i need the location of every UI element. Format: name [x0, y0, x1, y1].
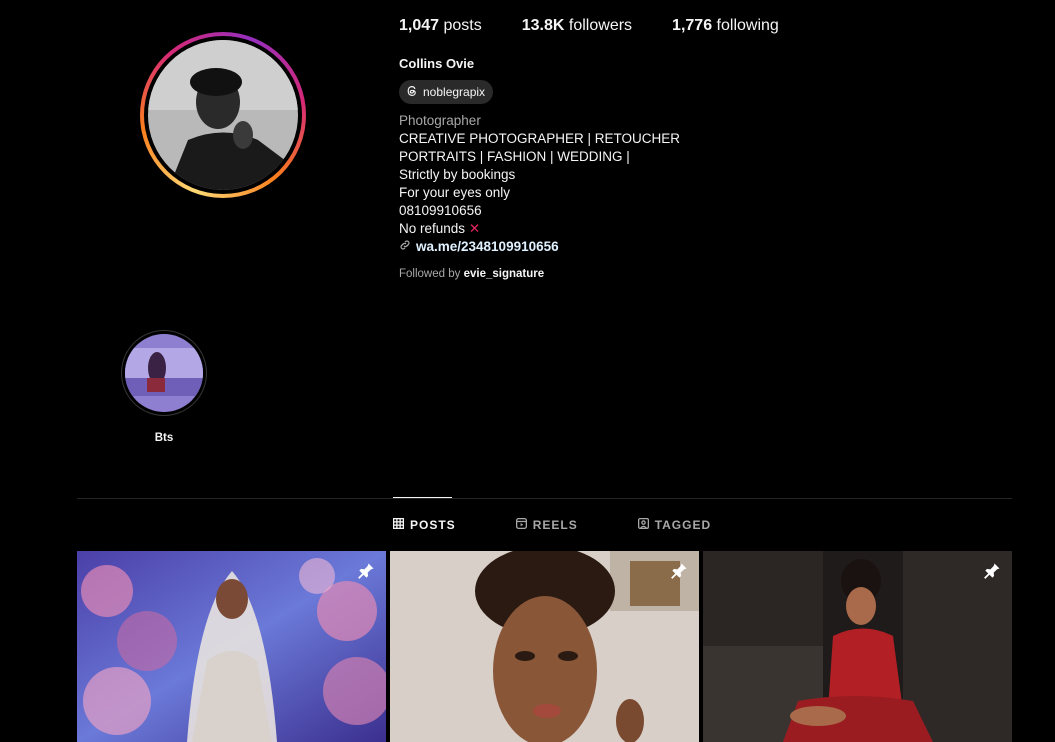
profile-tabs: POSTS REELS TAGGED	[392, 517, 712, 532]
post-thumbnail[interactable]	[390, 551, 699, 742]
followed-by-prefix: Followed by	[399, 268, 461, 280]
highlight-ring	[121, 330, 207, 416]
tab-tagged[interactable]: TAGGED	[637, 517, 712, 532]
followed-by[interactable]: Followed by evie_signature	[399, 268, 544, 280]
avatar-gap	[144, 36, 302, 194]
bio-line: PORTRAITS | FASHION | WEDDING |	[399, 149, 630, 164]
threads-icon	[405, 84, 419, 101]
posts-label: posts	[443, 17, 482, 34]
highlight-label: Bts	[154, 432, 174, 444]
pin-icon	[669, 561, 689, 586]
tab-label: POSTS	[410, 518, 456, 532]
grid-icon	[392, 517, 405, 532]
highlight-cover	[125, 334, 203, 412]
tab-posts[interactable]: POSTS	[392, 517, 456, 532]
followers-label: followers	[568, 17, 633, 34]
link-icon	[399, 238, 411, 256]
profile-bio: Photographer CREATIVE PHOTOGRAPHER | RET…	[399, 112, 680, 256]
followed-by-user: evie_signature	[463, 268, 545, 280]
following-stat[interactable]: 1,776 following	[672, 17, 779, 35]
posts-grid	[77, 551, 1012, 742]
cross-mark-icon: ✕	[468, 221, 481, 236]
tabs-divider	[77, 498, 1012, 499]
post-thumbnail[interactable]	[703, 551, 1012, 742]
tab-label: REELS	[532, 518, 578, 532]
profile-link-text: wa.me/2348109910656	[416, 239, 559, 254]
pin-icon	[982, 561, 1002, 586]
story-highlight[interactable]: Bts	[121, 330, 207, 444]
threads-badge[interactable]: noblegrapix	[399, 80, 494, 104]
following-count: 1,776	[672, 17, 713, 34]
bio-line: 08109910656	[399, 203, 482, 218]
posts-count: 1,047	[399, 17, 440, 34]
avatar[interactable]	[148, 40, 298, 190]
profile-name: Collins Ovie	[399, 56, 475, 71]
tab-reels[interactable]: REELS	[515, 517, 578, 532]
pin-icon	[356, 561, 376, 586]
reels-icon	[515, 517, 527, 532]
posts-stat: 1,047 posts	[399, 17, 482, 35]
bio-line: Strictly by bookings	[399, 167, 516, 182]
active-tab-indicator	[393, 497, 452, 498]
tagged-icon	[637, 517, 649, 532]
tab-label: TAGGED	[654, 518, 712, 532]
profile-link[interactable]: wa.me/2348109910656	[399, 238, 680, 256]
profile-category: Photographer	[399, 113, 481, 128]
followers-count: 13.8K	[521, 17, 565, 34]
threads-handle: noblegrapix	[423, 85, 486, 99]
post-thumbnail[interactable]	[77, 551, 386, 742]
bio-line-refund: No refunds ✕	[399, 220, 680, 238]
profile-stats: 1,047 posts 13.8K followers 1,776 follow…	[399, 17, 779, 35]
profile-avatar-ring[interactable]	[140, 32, 306, 198]
following-label: following	[716, 17, 779, 34]
bio-line: For your eyes only	[399, 185, 511, 200]
bio-line: No refunds	[399, 221, 466, 236]
bio-line: CREATIVE PHOTOGRAPHER | RETOUCHER	[399, 131, 681, 146]
followers-stat[interactable]: 13.8K followers	[522, 17, 632, 35]
